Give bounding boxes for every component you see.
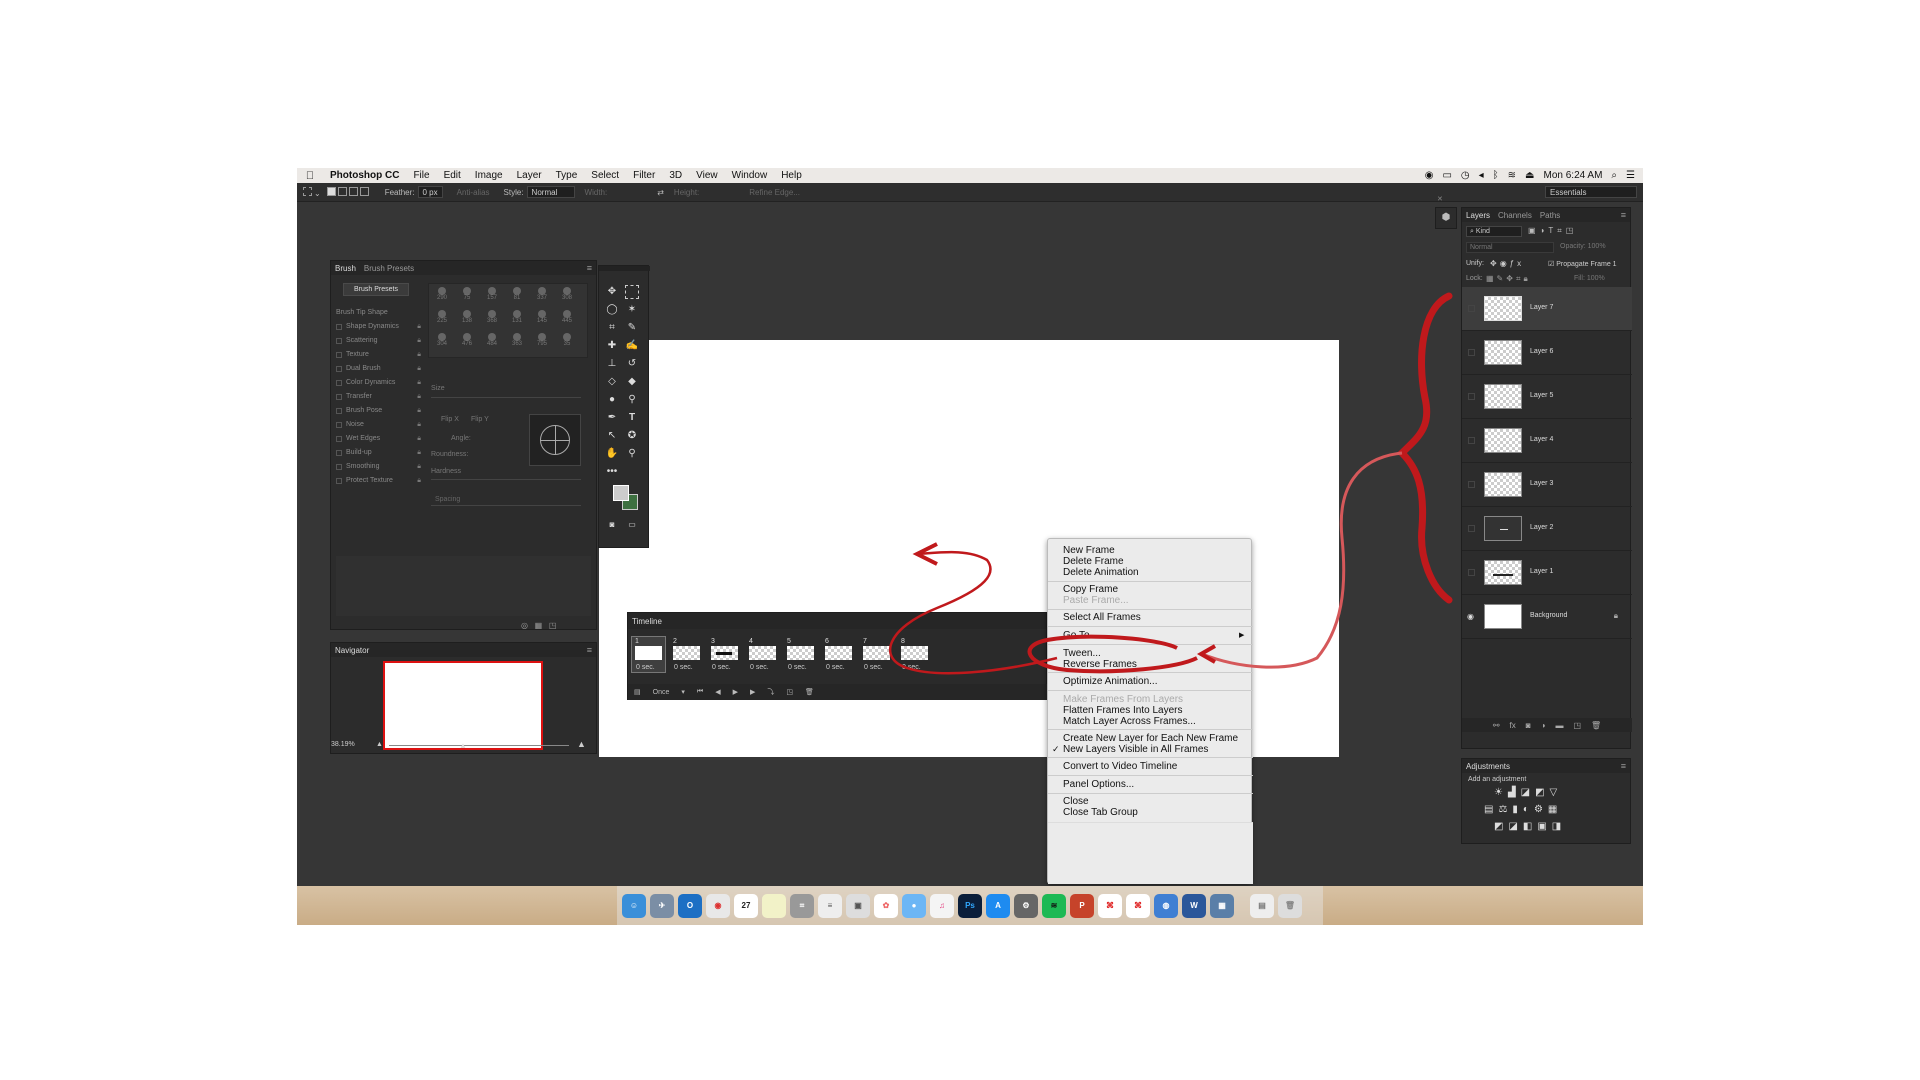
arrow-to-flatten-curve [1201, 451, 1403, 669]
arrow-to-flatten-head [1196, 644, 1216, 664]
annotation-overlay [888, 292, 1453, 675]
curly-brace-annotation [1397, 292, 1453, 604]
photoshop-screen:  Photoshop CC File Edit Image Layer Typ… [297, 168, 1643, 925]
menu-item-circle-annotation [1027, 634, 1198, 674]
